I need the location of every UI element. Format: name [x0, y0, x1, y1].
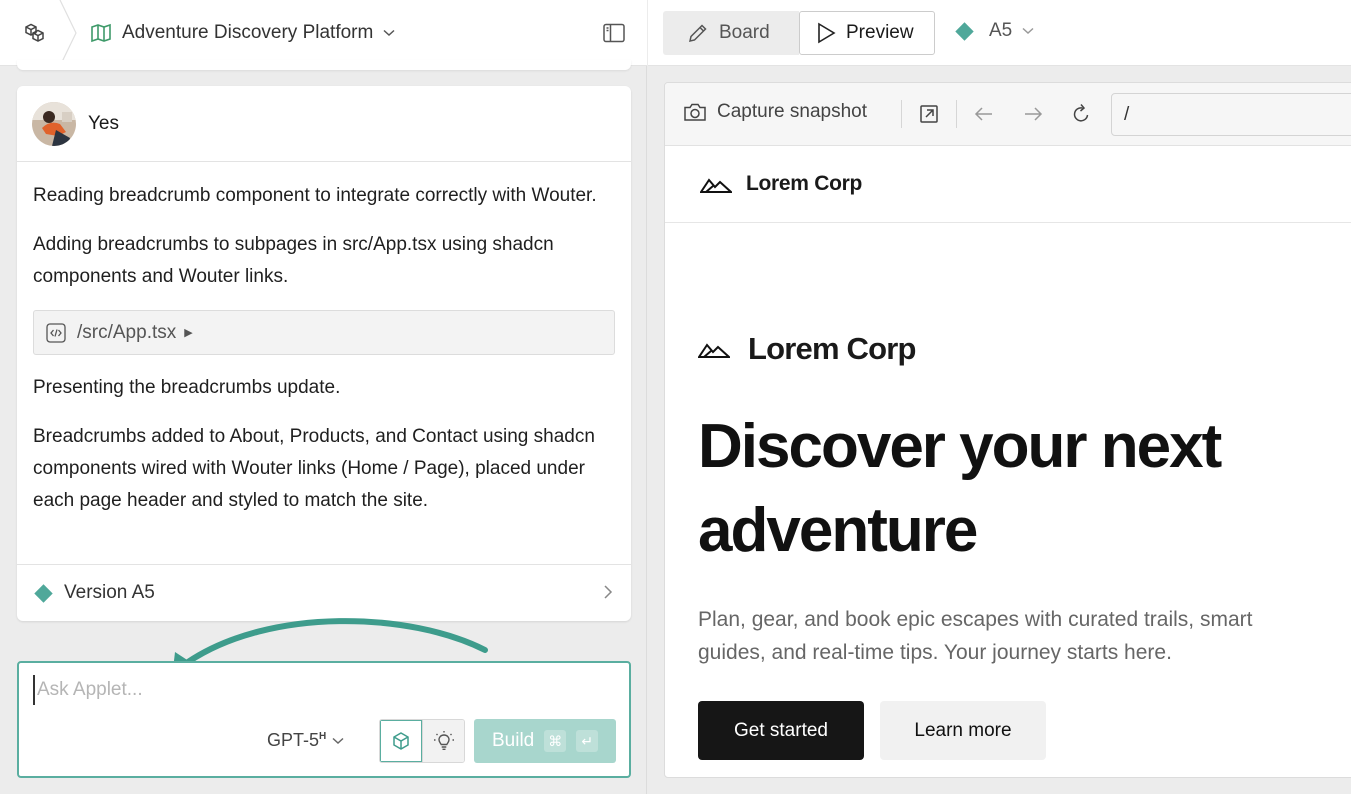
project-selector[interactable]: Adventure Discovery Platform: [90, 20, 395, 46]
prompt-input[interactable]: [33, 675, 593, 705]
assistant-message-card: Yes Reading breadcrumb component to inte…: [17, 86, 631, 621]
map-icon: [91, 23, 111, 43]
composer: GPT-5H Build ⌘ ↵: [17, 661, 631, 778]
pencil-icon: [689, 24, 707, 42]
preview-pane: Board Preview A5 Capture snapshot / Lore…: [648, 0, 1351, 794]
toolbar-divider: [901, 100, 902, 128]
model-selector[interactable]: GPT-5H: [267, 730, 344, 751]
hero-section: Lorem Corp Discover your next adventure …: [665, 223, 1351, 760]
assistant-paragraph: Reading breadcrumb component to integrat…: [33, 185, 597, 206]
tab-preview[interactable]: Preview: [799, 11, 935, 55]
tab-preview-label: Preview: [846, 22, 914, 43]
version-label: Version A5: [64, 582, 155, 603]
code-file-icon: [46, 322, 66, 343]
build-button[interactable]: Build ⌘ ↵: [474, 719, 616, 763]
expand-caret-icon: ▶: [184, 326, 193, 339]
file-name: /src/App.tsx: [77, 321, 177, 343]
hero-cta-group: Get started Learn more: [698, 701, 1351, 760]
forward-arrow-icon[interactable]: [1022, 103, 1044, 125]
avatar: [32, 101, 76, 146]
version-diamond-icon: [34, 583, 53, 603]
right-topbar: Board Preview A5: [648, 0, 1351, 66]
chevron-down-icon: [332, 737, 344, 744]
refresh-icon[interactable]: [1070, 103, 1092, 125]
browser-toolbar: Capture snapshot: [665, 83, 1351, 146]
tab-board[interactable]: Board: [663, 11, 799, 55]
camera-icon: [684, 103, 706, 121]
chat-pane: Adventure Discovery Platform Yes Reading…: [0, 0, 647, 794]
model-label: GPT-5H: [267, 730, 327, 750]
url-input[interactable]: [1111, 93, 1351, 136]
user-message-text: Yes: [88, 112, 119, 134]
browser-preview: Capture snapshot / Lorem Corp Lorem Corp…: [664, 82, 1351, 778]
hero-brand: Lorem Corp: [698, 331, 1351, 367]
command-key-icon: ⌘: [544, 730, 567, 752]
version-diamond-icon: [955, 21, 974, 41]
project-title: Adventure Discovery Platform: [122, 22, 374, 43]
site-brand[interactable]: Lorem Corp: [746, 172, 862, 196]
mountain-logo-icon: [698, 343, 730, 358]
assistant-paragraph: Presenting the breadcrumbs update.: [33, 377, 341, 398]
hero-brand-name: Lorem Corp: [748, 331, 916, 366]
plan-mode-button[interactable]: [422, 720, 464, 762]
assistant-paragraph: Adding breadcrumbs to subpages in src/Ap…: [33, 234, 554, 287]
back-arrow-icon[interactable]: [973, 103, 995, 125]
cubes-icon[interactable]: [22, 20, 48, 46]
assistant-paragraph: Breadcrumbs added to About, Products, an…: [33, 426, 595, 511]
previous-message-card: [17, 60, 631, 70]
hero-subtitle: Plan, gear, and book epic escapes with c…: [698, 608, 1253, 664]
view-switch: Board Preview: [663, 11, 935, 55]
lightbulb-icon: [433, 731, 454, 750]
mountain-logo-icon: [700, 178, 732, 193]
get-started-button[interactable]: Get started: [698, 701, 864, 760]
mode-toggle-group: [379, 719, 465, 763]
enter-key-icon: ↵: [576, 730, 599, 752]
build-mode-button[interactable]: [380, 720, 422, 762]
toolbar-divider: [956, 100, 957, 128]
chevron-down-icon: [1022, 27, 1034, 35]
version-selector-label: A5: [989, 20, 1013, 41]
play-icon: [818, 22, 836, 44]
file-chip[interactable]: /src/App.tsx ▶: [33, 310, 615, 355]
assistant-message-body: Reading breadcrumb component to integrat…: [17, 162, 631, 517]
build-label: Build: [492, 730, 535, 751]
left-topbar: Adventure Discovery Platform: [0, 0, 647, 66]
learn-more-button[interactable]: Learn more: [880, 701, 1046, 760]
chevron-down-icon: [383, 29, 395, 37]
hero-title: Discover your next adventure: [698, 412, 1222, 565]
version-selector[interactable]: A5: [955, 20, 1034, 42]
sidebar-toggle-icon[interactable]: [602, 21, 626, 45]
tab-board-label: Board: [719, 22, 770, 43]
capture-snapshot-button[interactable]: Capture snapshot: [683, 101, 867, 123]
site-header: Lorem Corp: [665, 146, 1351, 223]
breadcrumb-separator: [59, 0, 77, 66]
cube-icon: [393, 732, 409, 750]
chevron-right-icon: [604, 585, 613, 599]
capture-snapshot-label: Capture snapshot: [717, 101, 867, 122]
user-message: Yes: [17, 86, 631, 162]
open-external-icon[interactable]: [918, 103, 940, 125]
